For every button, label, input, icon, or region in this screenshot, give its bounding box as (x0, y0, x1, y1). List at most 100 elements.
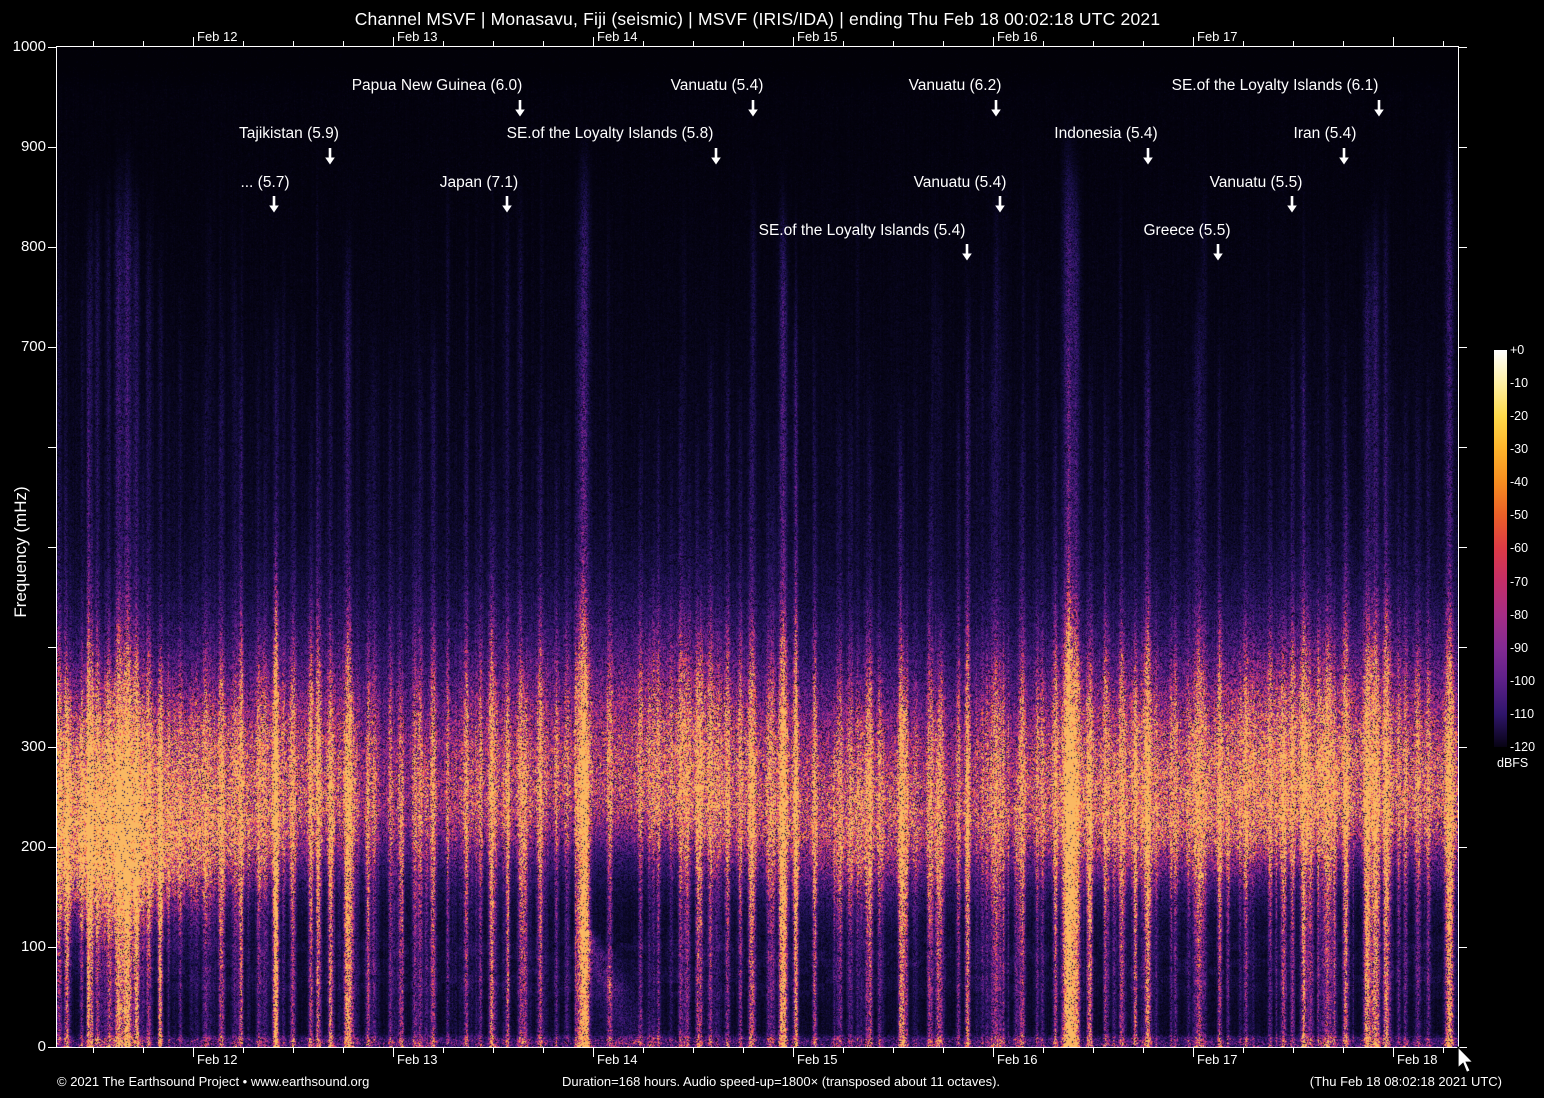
x-axis-tick (143, 41, 144, 46)
y-axis-title: Frequency (mHz) (11, 486, 30, 618)
down-arrow-icon (991, 100, 1001, 117)
x-axis-tick (443, 1048, 444, 1053)
x-tick-label-bottom: Feb 16 (997, 1052, 1038, 1067)
x-axis-tick (943, 1048, 944, 1053)
down-arrow-icon (748, 100, 758, 117)
y-axis-tick (1459, 447, 1467, 448)
colorbar-tick-label: +0 (1510, 343, 1525, 357)
page-title: Channel MSVF | Monasavu, Fiji (seismic) … (354, 9, 1161, 29)
y-axis-tick (1459, 247, 1467, 248)
x-axis-tick (93, 41, 94, 46)
earthquake-label: Vanuatu (6.2) (908, 77, 1002, 94)
x-axis-tick (843, 1048, 844, 1053)
x-axis-tick (1143, 41, 1144, 46)
mouse-cursor-icon (1457, 1046, 1475, 1074)
colorbar-tick-label: -40 (1510, 475, 1529, 490)
down-arrow-icon (1287, 196, 1297, 213)
x-axis-tick (1343, 41, 1344, 46)
y-tick-label: 900 (20, 138, 46, 155)
x-axis-tick (343, 41, 344, 46)
colorbar-tick-label: -70 (1510, 574, 1529, 589)
x-axis-tick (1093, 41, 1094, 46)
x-tick-label-top: Feb 12 (197, 29, 238, 44)
down-arrow-icon (962, 244, 972, 261)
y-tick-label: 200 (20, 838, 46, 855)
x-tick-label-top: Feb 13 (397, 29, 438, 44)
y-tick-label: 700 (20, 338, 46, 355)
y-axis-tick (48, 447, 56, 448)
x-tick-label-bottom: Feb 15 (797, 1052, 838, 1067)
footer-copyright: © 2021 The Earthsound Project • www.eart… (57, 1074, 370, 1089)
y-tick-label: 800 (20, 238, 46, 255)
x-axis-tick (243, 41, 244, 46)
colorbar-tick-label: -10 (1510, 376, 1529, 391)
x-axis-tick (1343, 1048, 1344, 1053)
x-axis-tick (843, 41, 844, 46)
colorbar-tick-label: -30 (1510, 442, 1529, 457)
x-axis-tick (593, 37, 594, 46)
y-axis-tick (1459, 647, 1467, 648)
footer-render-time: (Thu Feb 18 08:02:18 2021 UTC) (1309, 1074, 1502, 1089)
y-axis-tick (1459, 747, 1467, 748)
colorbar-tick-label: -80 (1510, 607, 1529, 622)
x-tick-label-bottom: Feb 18 (1397, 1052, 1438, 1067)
colorbar-tick-label: -50 (1510, 508, 1529, 523)
x-tick-label-bottom: Feb 13 (397, 1052, 438, 1067)
x-axis-tick (793, 37, 794, 46)
y-axis-tick (1459, 947, 1467, 948)
x-axis-tick (1043, 1048, 1044, 1053)
y-tick-label: 0 (37, 1038, 46, 1055)
x-axis-tick (1043, 41, 1044, 46)
down-arrow-icon (1213, 244, 1223, 261)
x-axis-tick (1293, 1048, 1294, 1053)
down-arrow-icon (515, 100, 525, 117)
x-axis-tick (243, 1048, 244, 1053)
x-axis-tick (1243, 41, 1244, 46)
y-axis-tick (48, 347, 56, 348)
earthquake-label: Vanuatu (5.5) (1209, 174, 1303, 191)
x-axis-tick (743, 1048, 744, 1053)
down-arrow-icon (711, 148, 721, 165)
y-axis-tick (48, 247, 56, 248)
x-axis-tick (643, 1048, 644, 1053)
x-axis-tick (143, 1048, 144, 1053)
x-axis-tick (893, 41, 894, 46)
earthquake-label: SE.of the Loyalty Islands (5.4) (758, 222, 966, 239)
x-axis-tick (793, 1048, 794, 1057)
x-axis-tick (293, 41, 294, 46)
y-axis-tick (48, 1047, 56, 1048)
x-axis-tick (193, 37, 194, 46)
colorbar-tick-label: -110 (1510, 706, 1535, 721)
x-axis-tick (743, 41, 744, 46)
colorbar-tick-label: -120 (1510, 739, 1536, 754)
colorbar-tick-label: -90 (1510, 640, 1529, 655)
colorbar-tick-label: -60 (1510, 541, 1529, 556)
y-axis-tick (48, 47, 56, 48)
colorbar-gradient (1494, 350, 1507, 747)
x-axis-tick (1193, 1048, 1194, 1057)
x-axis-tick (293, 1048, 294, 1053)
y-axis-tick (1459, 47, 1467, 48)
colorbar-tick-label: -100 (1510, 673, 1536, 688)
earthquake-label: Indonesia (5.4) (1054, 125, 1158, 142)
x-axis-tick (1193, 37, 1194, 46)
x-axis-tick (1293, 41, 1294, 46)
x-axis-tick (543, 1048, 544, 1053)
x-axis-tick (1443, 1048, 1444, 1053)
earthquake-label: Japan (7.1) (439, 174, 519, 191)
x-axis-tick (1243, 1048, 1244, 1053)
x-axis-tick (1143, 1048, 1144, 1053)
y-tick-label: 1000 (12, 38, 46, 55)
earthquake-label: Iran (5.4) (1293, 125, 1357, 142)
y-axis-tick (48, 747, 56, 748)
x-axis-tick (1093, 1048, 1094, 1053)
x-tick-label-top: Feb 15 (797, 29, 838, 44)
footer-duration: Duration=168 hours. Audio speed-up=1800×… (561, 1074, 1001, 1089)
earthquake-label: ... (5.7) (240, 174, 290, 191)
earthquake-label: Greece (5.5) (1143, 222, 1231, 239)
x-tick-label-bottom: Feb 12 (197, 1052, 238, 1067)
y-axis-tick (1459, 847, 1467, 848)
x-axis-tick (493, 1048, 494, 1053)
y-axis-tick (48, 847, 56, 848)
x-axis-tick (943, 41, 944, 46)
